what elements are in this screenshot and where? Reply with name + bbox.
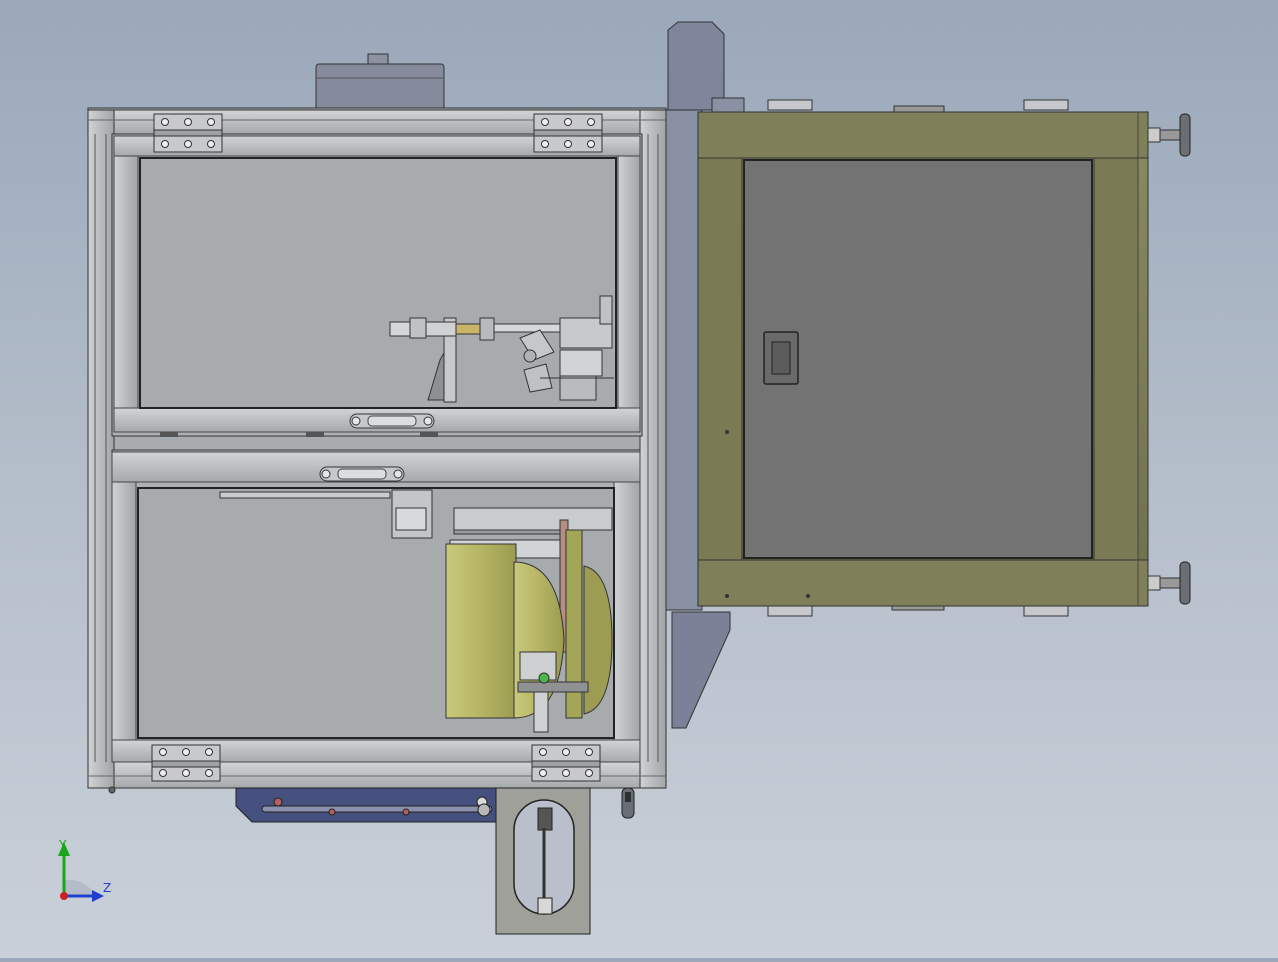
left-cabinet[interactable] [87, 107, 667, 794]
slotted-plate[interactable] [495, 787, 591, 935]
coordinate-triad[interactable]: Y Z [58, 838, 111, 902]
right-cabinet[interactable] [697, 99, 1191, 617]
origin-dot [60, 892, 68, 900]
upper-door[interactable] [111, 133, 643, 437]
cad-graphics-area[interactable]: Y Z [0, 0, 1278, 958]
hinge-bottom-left[interactable] [151, 744, 221, 782]
blue-bracket[interactable] [235, 787, 515, 823]
right-post [639, 109, 667, 789]
top-motor-box[interactable] [315, 53, 445, 113]
upper-door-handle[interactable] [349, 413, 435, 429]
hinge-top-right[interactable] [533, 113, 603, 153]
leveling-foot-top[interactable] [1147, 113, 1191, 157]
lower-door-handle[interactable] [319, 466, 405, 482]
leveling-foot-bottom[interactable] [1147, 561, 1191, 605]
hinge-top-left[interactable] [153, 113, 223, 153]
latch-icon[interactable] [763, 331, 799, 385]
model-canvas[interactable]: Y Z [0, 0, 1278, 958]
hinge-bottom-right[interactable] [531, 744, 601, 782]
z-axis-label: Z [103, 881, 111, 895]
sensor-probe[interactable] [621, 787, 635, 819]
y-axis-label: Y [58, 838, 67, 852]
left-post [87, 109, 115, 789]
lower-door[interactable] [111, 449, 641, 763]
